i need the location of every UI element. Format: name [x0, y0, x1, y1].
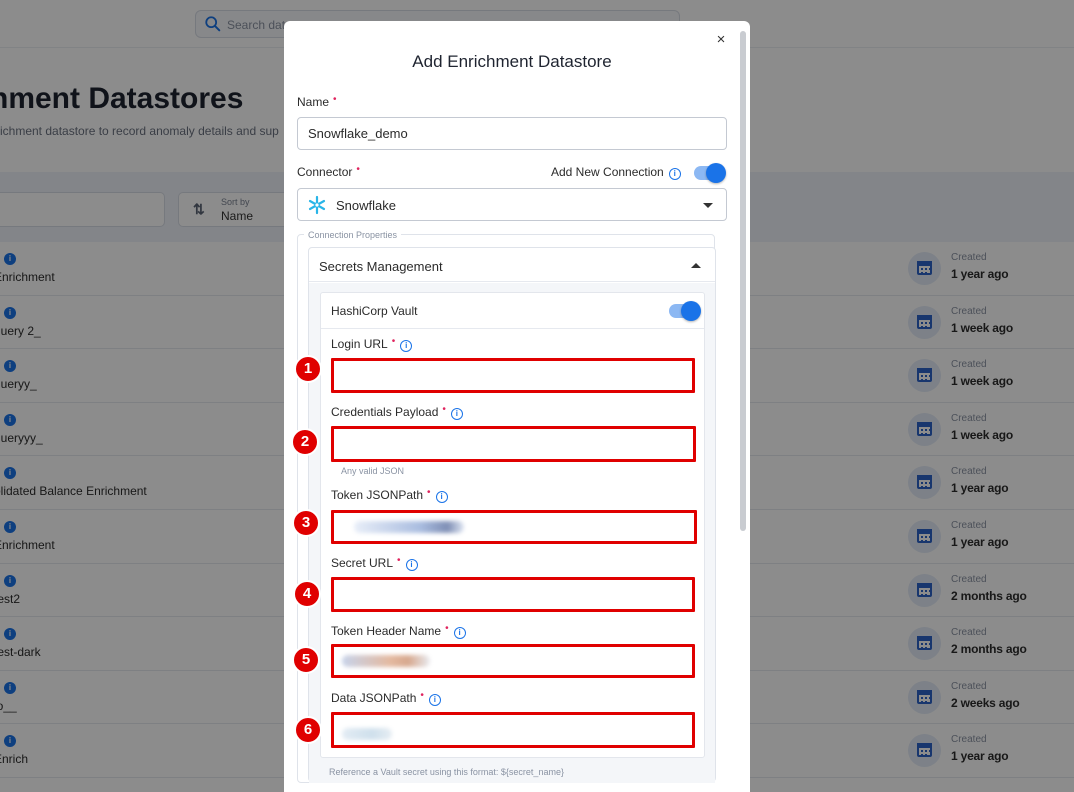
info-icon[interactable]: i: [668, 168, 681, 180]
callout-badge-3: 3: [292, 509, 320, 537]
info-icon[interactable]: i: [400, 340, 413, 352]
required-marker: •: [442, 404, 446, 415]
required-marker: •: [397, 555, 401, 566]
info-icon[interactable]: i: [453, 627, 466, 639]
secrets-management-title: Secrets Management: [319, 259, 443, 274]
info-icon[interactable]: i: [405, 559, 418, 571]
add-new-connection-text: Add New Connection: [551, 165, 664, 179]
credentials-payload-input[interactable]: [331, 426, 696, 462]
required-marker: •: [333, 94, 337, 105]
vault-footnote: Reference a Vault secret using this form…: [329, 767, 564, 777]
name-field[interactable]: Snowflake_demo: [297, 117, 727, 150]
login-url-label-text: Login URL: [331, 337, 388, 351]
token-jsonpath-label: Token JSONPath • i: [331, 487, 448, 503]
name-field-value: Snowflake_demo: [308, 126, 408, 141]
dialog-title: Add Enrichment Datastore: [412, 52, 612, 71]
connection-properties-legend: Connection Properties: [304, 230, 402, 240]
callout-badge-5: 5: [292, 646, 320, 674]
add-enrichment-datastore-dialog: × Add Enrichment Datastore Name • Snowfla…: [284, 21, 750, 792]
credentials-payload-label: Credentials Payload • i: [331, 404, 463, 420]
secret-url-label-text: Secret URL: [331, 556, 394, 570]
callout-badge-6: 6: [294, 716, 322, 744]
redacted-value: [342, 655, 430, 667]
add-new-connection-label: Add New Connection i: [551, 165, 681, 180]
add-new-connection-toggle[interactable]: [694, 163, 726, 183]
secrets-management-body: HashiCorp Vault Login URL • i Credentials …: [309, 283, 715, 783]
connector-select[interactable]: Snowflake: [297, 188, 727, 221]
snowflake-icon: [308, 195, 326, 215]
secret-url-label: Secret URL • i: [331, 555, 418, 571]
required-marker: •: [445, 623, 449, 634]
required-marker: •: [427, 487, 431, 498]
toggle-knob: [681, 301, 701, 321]
info-icon[interactable]: i: [428, 694, 441, 706]
credentials-payload-label-text: Credentials Payload: [331, 405, 439, 419]
required-marker: •: [391, 336, 396, 347]
login-url-input[interactable]: [331, 358, 695, 393]
connector-label-text: Connector: [297, 165, 353, 179]
redacted-value: [354, 521, 464, 533]
secrets-management-accordion: Secrets Management HashiCorp Vault Login…: [308, 247, 716, 783]
token-jsonpath-input[interactable]: [331, 510, 697, 544]
data-jsonpath-label: Data JSONPath • i: [331, 690, 441, 706]
hashicorp-vault-toggle[interactable]: [669, 301, 701, 321]
callout-badge-1: 1: [294, 355, 322, 383]
divider: [321, 328, 704, 329]
login-url-label: Login URL • i: [331, 336, 413, 352]
data-jsonpath-input[interactable]: [331, 712, 695, 748]
chevron-up-icon: [691, 263, 701, 268]
callout-badge-2: 2: [291, 428, 319, 456]
secrets-management-header[interactable]: Secrets Management: [309, 248, 715, 282]
connector-select-value: Snowflake: [336, 198, 396, 213]
token-jsonpath-label-text: Token JSONPath: [331, 488, 424, 502]
close-button[interactable]: ×: [712, 31, 730, 49]
redacted-value: [342, 728, 392, 740]
modal-scrollbar[interactable]: [740, 31, 746, 531]
token-header-name-label-text: Token Header Name: [331, 624, 442, 638]
connector-label: Connector •: [297, 164, 360, 179]
info-icon[interactable]: i: [450, 408, 463, 420]
required-marker: •: [420, 690, 424, 701]
hashicorp-vault-title: HashiCorp Vault: [331, 304, 418, 318]
data-jsonpath-label-text: Data JSONPath: [331, 691, 417, 705]
secret-url-input[interactable]: [331, 577, 695, 612]
hashicorp-vault-card: HashiCorp Vault Login URL • i Credentials …: [320, 292, 705, 758]
required-marker: •: [356, 164, 360, 175]
token-header-name-input[interactable]: [331, 644, 695, 678]
info-icon[interactable]: i: [435, 491, 448, 503]
credentials-payload-helper: Any valid JSON: [341, 466, 405, 476]
callout-badge-4: 4: [293, 580, 321, 608]
token-header-name-label: Token Header Name • i: [331, 623, 466, 639]
toggle-knob: [706, 163, 726, 183]
name-label-text: Name: [297, 95, 330, 109]
name-label: Name •: [297, 94, 337, 109]
chevron-down-icon: [703, 203, 713, 208]
